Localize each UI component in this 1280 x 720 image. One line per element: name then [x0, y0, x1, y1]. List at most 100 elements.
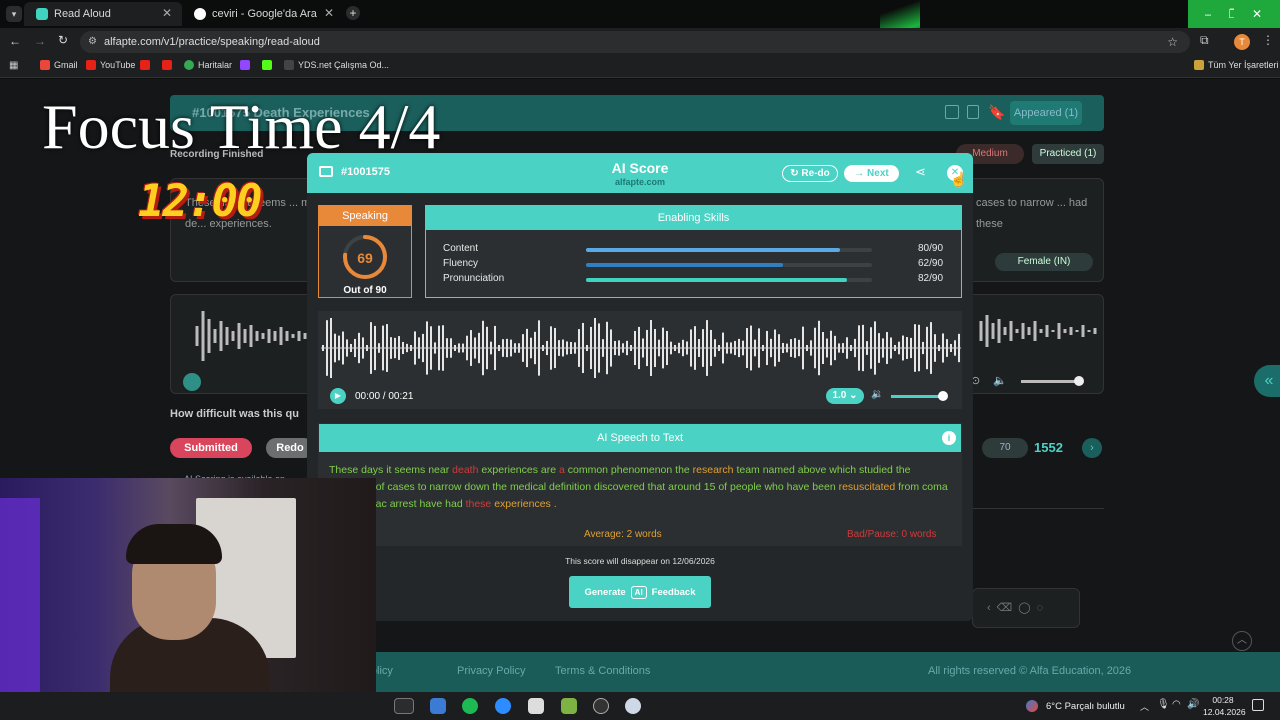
disappear-note: This score will disappear on 12/06/2026 — [565, 556, 715, 566]
microphone-icon[interactable]: 🎙 — [1157, 699, 1170, 710]
score-caption: Out of 90 — [343, 285, 387, 296]
chevron-down-icon: ⌄ — [846, 390, 858, 401]
speech-to-text-card: AI Speech to Text i These days it seems … — [318, 423, 962, 546]
skill-bar-fill — [586, 278, 847, 282]
bookmarks-bar: ▦ Gmail YouTube Haritalar YDS.net Çalışm… — [0, 56, 1280, 78]
side-panel-toggle-icon[interactable]: « — [1254, 365, 1280, 397]
volume-slider-knob[interactable] — [938, 391, 948, 401]
difficulty-question: How difficult was this qu — [170, 408, 299, 420]
note-icon[interactable] — [967, 105, 979, 119]
speed-select[interactable]: 1.0 ⌄ — [826, 388, 864, 404]
site-info-icon[interactable]: ⚙ — [88, 31, 97, 53]
recording-waveform-right — [979, 315, 1097, 347]
obs-taskbar-icon[interactable] — [593, 698, 609, 714]
recording-volume-knob[interactable] — [1074, 376, 1084, 386]
bookmark-icon[interactable]: 🔖 — [988, 104, 1005, 121]
close-tab-icon[interactable]: ✕ — [162, 6, 172, 20]
play-icon[interactable]: ▶ — [330, 388, 346, 404]
skill-bar — [586, 248, 872, 252]
comment-actions-icons[interactable]: ‹⌫◯◌ — [987, 601, 1049, 614]
bookmark-youtube[interactable]: YouTube — [86, 60, 135, 70]
share-icon[interactable]: ⋖ — [915, 164, 926, 180]
next-page-icon[interactable]: › — [1082, 438, 1102, 458]
url-field[interactable]: ⚙ alfapte.com/v1/practice/speaking/read-… — [80, 31, 1190, 53]
footer-link-terms[interactable]: Terms & Conditions — [555, 665, 650, 677]
tab-list-icon[interactable]: ▾ — [6, 6, 22, 22]
bookmark-maps[interactable]: Haritalar — [184, 60, 232, 70]
transcript-word-segment: death — [452, 464, 482, 476]
webcam-feed — [0, 478, 376, 720]
app2-taskbar-icon[interactable] — [625, 698, 641, 714]
next-question-button[interactable]: → Next — [844, 165, 899, 182]
back-icon[interactable]: ← — [9, 34, 21, 48]
tray-chevron-icon[interactable]: ︿ — [1140, 700, 1149, 713]
skill-bar-fill — [586, 248, 841, 252]
recording-play-button[interactable] — [183, 373, 201, 391]
total-count: 1552 — [1034, 440, 1063, 455]
zoom-taskbar-icon[interactable] — [495, 698, 511, 714]
bookmark-twitch[interactable] — [240, 60, 250, 70]
generate-feedback-button[interactable]: Generate AI Feedback — [569, 576, 711, 608]
chrome-taskbar-icon[interactable] — [394, 698, 414, 714]
voice-select[interactable]: Female (IN) — [995, 253, 1093, 271]
spotify-taskbar-icon[interactable] — [462, 698, 478, 714]
youtube-icon — [140, 60, 150, 70]
youtube-icon — [86, 60, 96, 70]
skill-value: 82/90 — [918, 273, 944, 284]
volume-slider-fill — [891, 395, 943, 398]
enabling-skills-card: Enabling Skills Content 80/90 Fluency 62/90… — [425, 205, 962, 298]
focus-time-overlay: Focus Time 4/4 — [42, 91, 441, 162]
redo-score-button[interactable]: ↻ Re-do — [782, 165, 838, 182]
bookmark-youtube-2[interactable] — [140, 60, 150, 70]
info-icon[interactable]: i — [942, 431, 956, 445]
menu-kebab-icon[interactable]: ⋮ — [1262, 33, 1274, 47]
skill-bar-fill — [586, 263, 784, 267]
bookmark-star-icon[interactable]: ☆ — [1167, 31, 1178, 53]
recording-volume-icon[interactable]: 🔈 — [993, 374, 1007, 387]
close-tab-icon[interactable]: ✕ — [324, 6, 334, 20]
yds-icon — [284, 60, 294, 70]
bookmark-yds[interactable]: YDS.net Çalışma Od... — [284, 60, 389, 70]
translate-icon[interactable] — [945, 105, 959, 119]
profile-avatar[interactable]: T — [1234, 34, 1250, 50]
audio-player: ▶ 00:00 / 00:21 1.0 ⌄ 🔉 — [318, 311, 962, 409]
recording-volume-slider[interactable] — [1021, 380, 1081, 383]
app-taskbar-icon[interactable] — [430, 698, 446, 714]
youtube-icon — [162, 60, 172, 70]
scroll-top-icon[interactable]: ︿ — [1232, 631, 1252, 651]
window-close-button[interactable]: ✕ — [1234, 0, 1280, 28]
new-tab-icon[interactable]: + — [346, 6, 360, 20]
apps-grid-icon[interactable]: ▦ — [9, 60, 18, 71]
folder-icon — [1194, 60, 1204, 70]
transcript-word-segment: team named above which studied — [736, 464, 896, 476]
tab-label: ceviri - Google'da Ara — [212, 8, 317, 20]
page-select[interactable]: 70 — [982, 438, 1028, 458]
countdown-timer: 12:00 — [138, 176, 262, 227]
reload-icon[interactable]: ↻ — [58, 33, 68, 47]
all-bookmarks[interactable]: Tüm Yer İşaretleri — [1194, 60, 1279, 70]
tab-google-search[interactable]: ceviri - Google'da Ara ✕ — [182, 2, 344, 26]
stats-average: Average: 2 words — [584, 529, 662, 540]
tab-read-aloud[interactable]: Read Aloud ✕ — [24, 2, 182, 26]
speaker-icon[interactable]: 🔊 — [1187, 699, 1199, 710]
taskbar-time[interactable]: 00:28 — [1203, 695, 1243, 705]
enabling-skills-title: Enabling Skills — [426, 206, 961, 230]
taskbar-date[interactable]: 12.04.2026 — [1203, 707, 1246, 717]
volume-icon[interactable]: 🔉 — [871, 389, 883, 400]
speaking-score-card: Speaking 69 Out of 90 — [318, 205, 412, 298]
bookmark-gmail[interactable]: Gmail — [40, 60, 78, 70]
forward-icon[interactable]: → — [34, 34, 46, 48]
extensions-icon[interactable]: ⧉ — [1200, 33, 1209, 48]
store-taskbar-icon[interactable] — [561, 698, 577, 714]
transcript-word-segment: experiences are — [481, 464, 559, 476]
audio-waveform[interactable] — [321, 318, 961, 378]
bookmark-kick[interactable] — [262, 60, 272, 70]
bookmark-youtube-3[interactable] — [162, 60, 172, 70]
footer-link-privacy[interactable]: Privacy Policy — [457, 665, 525, 677]
notepad-taskbar-icon[interactable] — [528, 698, 544, 714]
practiced-badge: Practiced (1) — [1032, 144, 1104, 164]
submitted-button[interactable]: Submitted — [170, 438, 252, 458]
notification-icon[interactable] — [1252, 699, 1264, 711]
skill-value: 62/90 — [918, 258, 944, 269]
wifi-icon[interactable]: ◠ — [1172, 699, 1181, 710]
